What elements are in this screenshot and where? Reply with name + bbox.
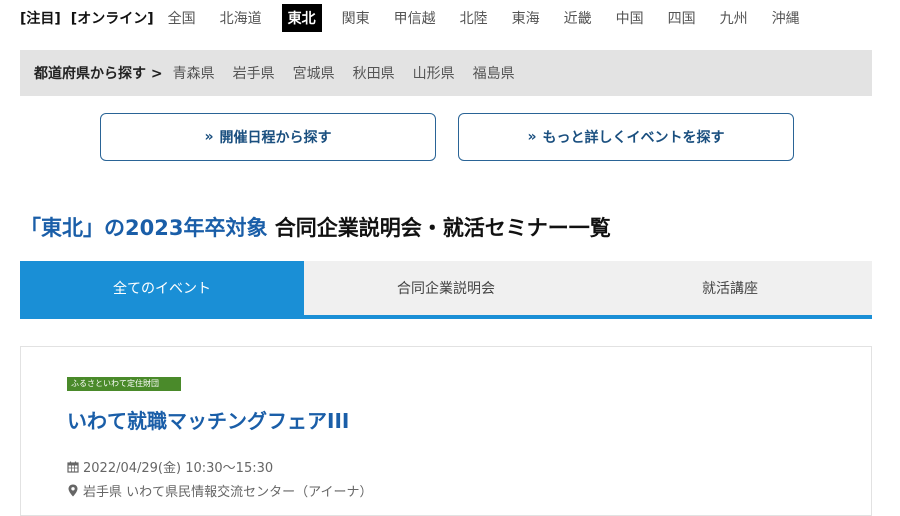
region-link-kinki[interactable]: 近畿 (560, 6, 596, 30)
calendar-icon (67, 461, 79, 473)
region-link-koshinetsu[interactable]: 甲信越 (390, 6, 440, 30)
region-link-kanto[interactable]: 関東 (338, 6, 374, 30)
region-link-tokai[interactable]: 東海 (508, 6, 544, 30)
region-link-chugoku[interactable]: 中国 (612, 6, 648, 30)
tab-all-events[interactable]: 全てのイベント (20, 261, 304, 315)
region-link-national[interactable]: 全国 (164, 6, 200, 30)
online-link[interactable]: [オンライン] (71, 8, 154, 28)
region-link-okinawa[interactable]: 沖縄 (768, 6, 804, 30)
page-title: 「東北」の2023年卒対象 合同企業説明会・就活セミナー一覧 (20, 212, 611, 242)
chevron-right-icon: > (146, 66, 163, 82)
event-venue-text: 岩手県 いわて県民情報交流センター（アイーナ） (83, 485, 373, 500)
region-nav: [注目] [オンライン] 全国 北海道 東北 関東 甲信越 北陸 東海 近畿 中… (20, 0, 820, 36)
prefecture-link-iwate[interactable]: 岩手県 (233, 63, 275, 83)
event-title[interactable]: いわて就職マッチングフェアIII (67, 405, 349, 434)
organizer-logo: ふるさといわて定住財団 (67, 377, 181, 391)
region-link-hokuriku[interactable]: 北陸 (456, 6, 492, 30)
double-chevron-right-icon: » (527, 129, 537, 145)
page-title-highlight: 「東北」の2023年卒対象 (20, 216, 268, 240)
event-date: 2022/04/29(金) 10:30〜15:30 (67, 457, 273, 476)
prefecture-link-miyagi[interactable]: 宮城県 (293, 63, 335, 83)
search-by-date-label: 開催日程から探す (219, 130, 332, 146)
map-pin-icon (68, 484, 78, 497)
tab-job-hunting-seminar[interactable]: 就活講座 (588, 261, 872, 315)
detailed-search-label: もっと詳しくイベントを探す (542, 130, 725, 146)
prefecture-link-akita[interactable]: 秋田県 (353, 63, 395, 83)
prefecture-bar: 都道府県から探す > 青森県 岩手県 宮城県 秋田県 山形県 福島県 (20, 50, 872, 96)
event-venue: 岩手県 いわて県民情報交流センター（アイーナ） (67, 481, 372, 500)
region-link-shikoku[interactable]: 四国 (664, 6, 700, 30)
featured-link[interactable]: [注目] (20, 8, 61, 28)
prefecture-label: 都道府県から探す > (34, 66, 163, 82)
prefecture-link-yamagata[interactable]: 山形県 (413, 63, 455, 83)
search-by-date-button[interactable]: » 開催日程から探す (100, 113, 436, 161)
event-card[interactable]: ふるさといわて定住財団 いわて就職マッチングフェアIII 2022/04/29(… (20, 346, 872, 516)
double-chevron-right-icon: » (204, 129, 214, 145)
prefecture-link-fukushima[interactable]: 福島県 (473, 63, 515, 83)
region-link-hokkaido[interactable]: 北海道 (216, 6, 266, 30)
tab-joint-company-briefing[interactable]: 合同企業説明会 (304, 261, 588, 315)
detailed-search-button[interactable]: » もっと詳しくイベントを探す (458, 113, 794, 161)
prefecture-link-aomori[interactable]: 青森県 (173, 63, 215, 83)
event-type-tabs: 全てのイベント 合同企業説明会 就活講座 (20, 261, 872, 319)
region-link-kyushu[interactable]: 九州 (716, 6, 752, 30)
page-title-rest: 合同企業説明会・就活セミナー一覧 (274, 216, 611, 240)
region-link-tohoku[interactable]: 東北 (281, 4, 322, 32)
event-date-text: 2022/04/29(金) 10:30〜15:30 (83, 461, 274, 476)
